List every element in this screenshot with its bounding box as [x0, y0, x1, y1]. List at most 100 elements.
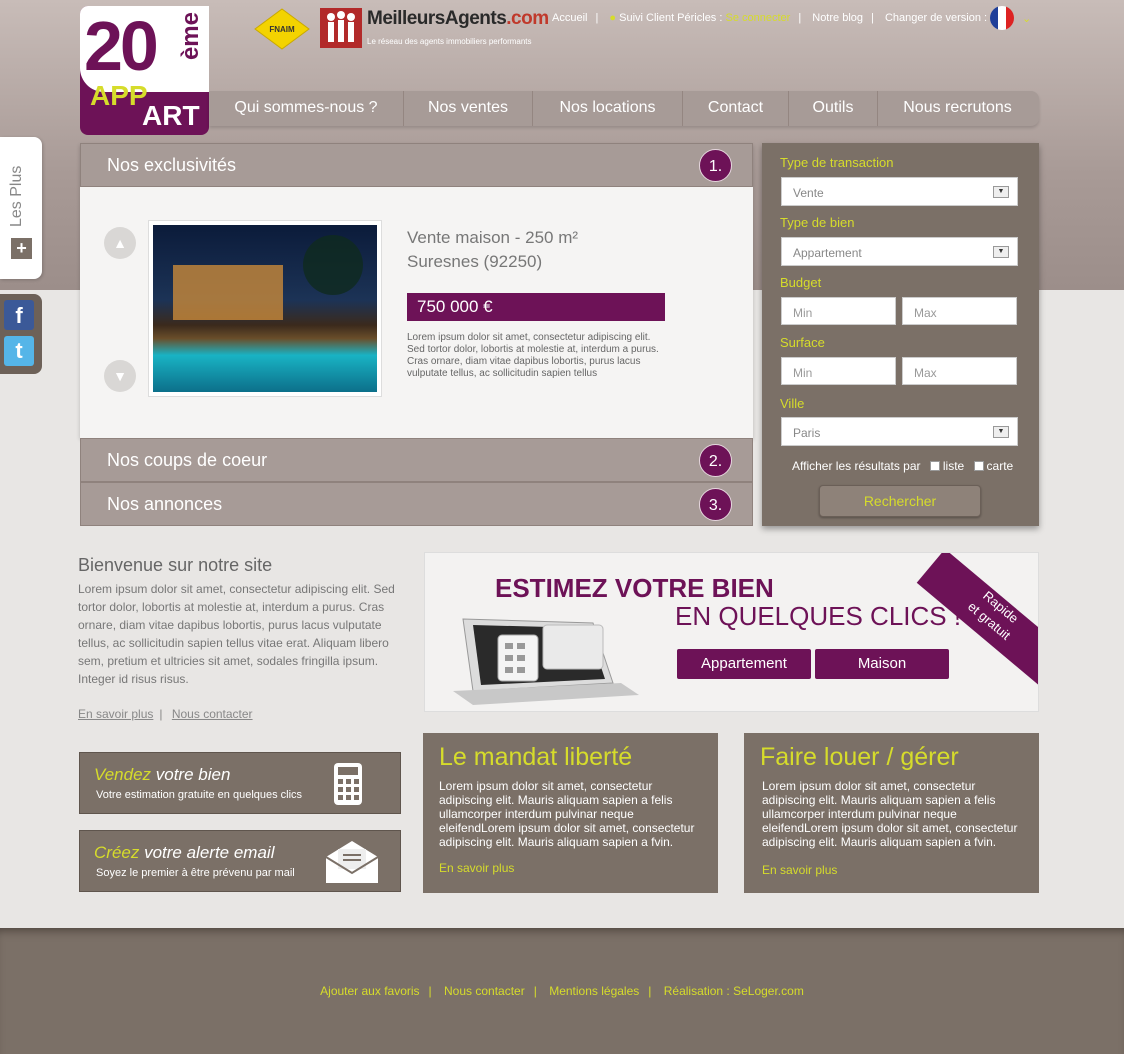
footer: Ajouter aux favoris | Nous contacter | Men… — [0, 928, 1124, 1054]
link-se-connecter[interactable]: Se connecter — [726, 12, 791, 24]
estimate-subtitle: EN QUELQUES CLICS ! — [675, 601, 962, 631]
plus-icon[interactable]: + — [11, 238, 32, 259]
flag-fr-icon[interactable] — [990, 6, 1014, 30]
appartement-button[interactable]: Appartement — [677, 649, 811, 679]
alerte-subtitle: Soyez le premier à être prévenu par mail — [96, 867, 295, 879]
meilleursagents-tagline: Le réseau des agents immobiliers perform… — [367, 37, 532, 46]
alerte-rest: votre alerte email — [139, 843, 275, 862]
budget-min-input[interactable]: Min — [781, 297, 896, 325]
link-blog[interactable]: Notre blog — [812, 12, 863, 24]
vendez-subtitle: Votre estimation gratuite en quelques cl… — [96, 789, 303, 801]
welcome-text: Lorem ipsum dolor sit amet, consectetur … — [78, 582, 395, 686]
louer-text: Lorem ipsum dolor sit amet, consectetur … — [762, 779, 1018, 849]
alerte-highlight: Créez — [94, 843, 140, 862]
arrow-down-icon[interactable]: ▼ — [104, 360, 136, 392]
transaction-label: Type de transaction — [780, 155, 894, 170]
mandat-text: Lorem ipsum dolor sit amet, consectetur … — [439, 779, 695, 849]
footer-realisation[interactable]: Réalisation : SeLoger.com — [664, 984, 804, 998]
ville-label: Ville — [780, 396, 805, 411]
nav-contact[interactable]: Contact — [683, 91, 789, 126]
bien-select[interactable]: Appartement ▼ — [781, 237, 1018, 266]
ville-value: Paris — [793, 426, 821, 440]
property-image — [153, 225, 377, 392]
chevron-down-icon[interactable]: ⌄ — [1022, 12, 1031, 25]
alerte-box[interactable]: Créez votre alerte email Soyez le premie… — [79, 830, 401, 892]
ville-select[interactable]: Paris ▼ — [781, 417, 1018, 446]
logo-eme: ème — [177, 12, 204, 61]
link-en-savoir-plus[interactable]: En savoir plus — [78, 707, 153, 721]
property-description: Lorem ipsum dolor sit amet, consectetur … — [407, 332, 659, 379]
budget-label: Budget — [780, 275, 822, 290]
accordion-coups-de-coeur[interactable]: Nos coups de coeur 2. — [80, 438, 753, 482]
surface-min-input[interactable]: Min — [781, 357, 896, 385]
meilleursagents-logo-text[interactable]: MeilleursAgents.com — [367, 8, 549, 30]
alerte-title: Créez votre alerte email — [94, 843, 274, 863]
nav-nos-ventes[interactable]: Nos ventes — [404, 91, 533, 126]
link-accueil[interactable]: Accueil — [552, 12, 587, 24]
property-photo[interactable] — [148, 220, 382, 397]
surface-max-input[interactable]: Max — [902, 357, 1017, 385]
meilleursagents-icon[interactable] — [320, 8, 362, 48]
main-nav: Qui sommes-nous ? Nos ventes Nos locatio… — [209, 91, 1039, 126]
mandat-box: Le mandat liberté Lorem ipsum dolor sit … — [423, 733, 718, 893]
carte-checkbox[interactable] — [973, 461, 984, 471]
accordion-title: Nos annonces — [107, 494, 223, 514]
vendez-highlight: Vendez — [94, 765, 152, 784]
bien-label: Type de bien — [780, 215, 855, 230]
footer-favoris[interactable]: Ajouter aux favoris — [320, 984, 419, 998]
accordion-title: Nos exclusivités — [107, 155, 237, 175]
nav-nous-recrutons[interactable]: Nous recrutons — [878, 91, 1037, 126]
nav-outils[interactable]: Outils — [789, 91, 878, 126]
accordion-exclusivites[interactable]: Nos exclusivités 1. — [80, 143, 753, 187]
liste-label: liste — [942, 459, 965, 473]
dropdown-arrow-icon: ▼ — [993, 426, 1009, 438]
user-icon: ● — [609, 12, 617, 24]
nav-nos-locations[interactable]: Nos locations — [533, 91, 683, 126]
louer-link[interactable]: En savoir plus — [762, 863, 837, 877]
vendez-rest: votre bien — [151, 765, 231, 784]
footer-contact[interactable]: Nous contacter — [444, 984, 525, 998]
arrow-up-icon[interactable]: ▲ — [104, 227, 136, 259]
transaction-value: Vente — [793, 186, 824, 200]
mandat-title: Le mandat liberté — [439, 743, 633, 771]
site-logo[interactable]: 20 ème APP ART — [80, 6, 209, 135]
twitter-icon[interactable]: t — [4, 336, 34, 366]
laptop-calculator-icon — [453, 618, 639, 705]
calculator-icon — [334, 763, 362, 805]
display-options: Afficher les résultats par liste carte — [792, 459, 1013, 473]
dropdown-arrow-icon: ▼ — [993, 246, 1009, 258]
budget-max-input[interactable]: Max — [902, 297, 1017, 325]
facebook-icon[interactable]: f — [4, 300, 34, 330]
fnaim-text: FNAIM — [269, 25, 295, 34]
accordion-annonces[interactable]: Nos annonces 3. — [80, 482, 753, 526]
mandat-link[interactable]: En savoir plus — [439, 861, 514, 875]
search-panel: Type de transaction Vente ▼ Type de bien … — [762, 143, 1039, 526]
accordion-number: 3. — [699, 488, 732, 521]
property-type: Vente maison - 250 m² — [407, 228, 579, 247]
footer-mentions[interactable]: Mentions légales — [549, 984, 639, 998]
louer-title: Faire louer / gérer — [760, 743, 959, 771]
dropdown-arrow-icon: ▼ — [993, 186, 1009, 198]
property-title[interactable]: Vente maison - 250 m² Suresnes (92250) — [407, 226, 578, 274]
welcome-title: Bienvenue sur notre site — [78, 555, 273, 575]
liste-checkbox[interactable] — [929, 461, 940, 471]
bien-value: Appartement — [793, 246, 862, 260]
logo-art: ART — [142, 100, 200, 131]
les-plus-tab[interactable]: Les Plus + — [0, 137, 42, 279]
vendez-title: Vendez votre bien — [94, 765, 230, 785]
ma-name: MeilleursAgents — [367, 8, 507, 29]
rechercher-button[interactable]: Rechercher — [819, 485, 981, 517]
link-suivi: Suivi Client Péricles : — [619, 12, 723, 24]
property-location: Suresnes (92250) — [407, 252, 543, 271]
link-nous-contacter[interactable]: Nous contacter — [172, 707, 253, 721]
carte-label: carte — [986, 459, 1014, 473]
link-version: Changer de version : — [884, 12, 988, 24]
transaction-select[interactable]: Vente ▼ — [781, 177, 1018, 206]
fnaim-logo[interactable]: FNAIM — [254, 8, 310, 50]
property-price: 750 000 € — [407, 293, 665, 321]
nav-qui-sommes-nous[interactable]: Qui sommes-nous ? — [209, 91, 404, 126]
maison-button[interactable]: Maison — [815, 649, 949, 679]
surface-label: Surface — [780, 335, 825, 350]
vendez-box[interactable]: Vendez votre bien Votre estimation gratu… — [79, 752, 401, 814]
welcome-links: En savoir plus | Nous contacter — [78, 707, 253, 721]
